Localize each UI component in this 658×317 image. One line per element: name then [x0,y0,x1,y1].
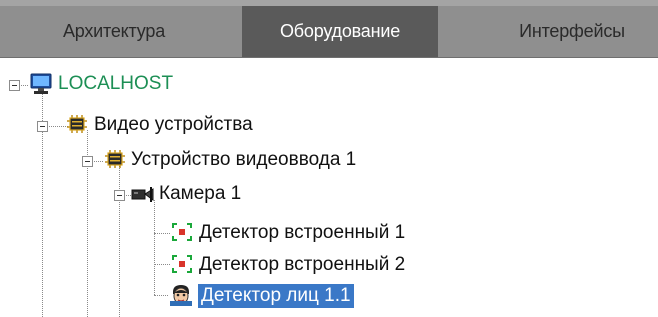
tree-node-detector-builtin-1[interactable]: Детектор встроенный 1 [196,221,408,245]
collapse-toggle[interactable] [114,190,125,201]
tab-interfaces[interactable]: Интерфейсы [486,6,658,57]
hardware-panel: Архитектура Оборудование Интерфейсы LOCA… [0,0,658,317]
tab-bar: Архитектура Оборудование Интерфейсы [0,0,658,58]
tree-connector [154,200,155,295]
tree-node-detector-builtin-2[interactable]: Детектор встроенный 2 [196,253,408,277]
tree-connector [87,166,88,317]
camera-icon [131,184,155,204]
collapse-toggle[interactable] [82,156,93,167]
tab-hardware[interactable]: Оборудование [242,6,438,57]
tree-node-localhost[interactable]: LOCALHOST [55,72,176,96]
tree-node-video-devices[interactable]: Видео устройства [91,113,256,137]
chip-icon [66,114,88,134]
tree-node-capture-device[interactable]: Устройство видеоввода 1 [128,148,359,172]
tree-connector [154,295,168,296]
hardware-tree: LOCALHOST Видео устройства Устройство ви… [0,58,658,317]
tree-connector [154,233,170,234]
chip-icon [104,149,126,169]
tree-node-face-detector[interactable]: Детектор лиц 1.1 [198,284,354,308]
detector-frame-icon [171,254,193,274]
tab-architecture[interactable]: Архитектура [0,6,228,57]
tree-node-camera[interactable]: Камера 1 [156,182,244,206]
tree-connector [119,200,120,317]
tree-connector [154,264,170,265]
tree-connector [87,130,88,157]
tree-connector [42,130,43,317]
detector-frame-icon [171,222,193,242]
face-detector-icon [168,283,194,307]
collapse-toggle[interactable] [9,80,20,91]
collapse-toggle[interactable] [37,121,48,132]
computer-icon [29,73,53,95]
